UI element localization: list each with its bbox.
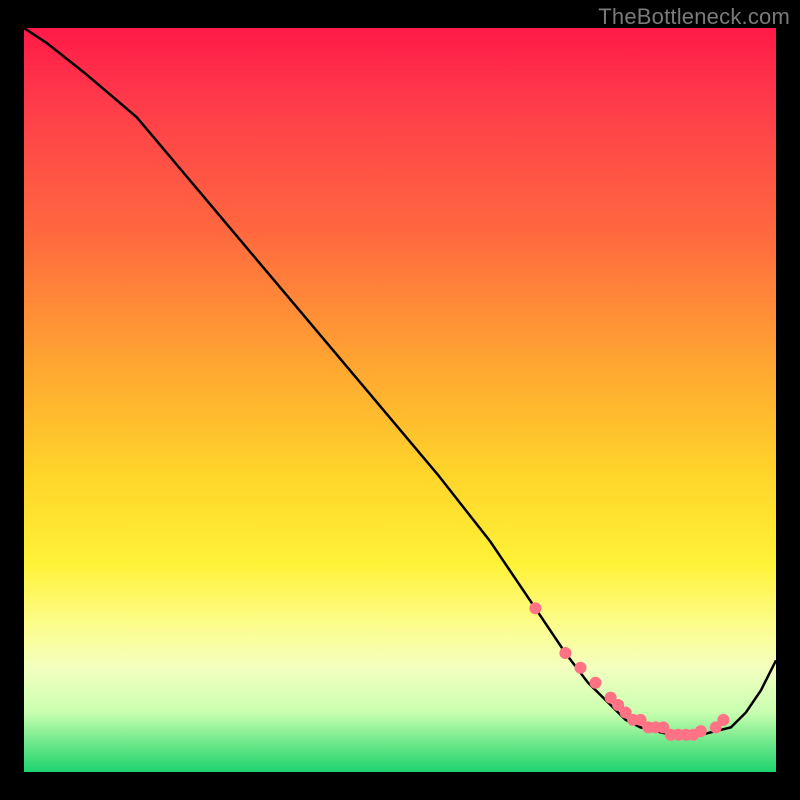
marker-dot [529,602,541,614]
marker-dots [529,602,729,741]
marker-dot [575,662,587,674]
marker-dot [717,714,729,726]
marker-dot [695,725,707,737]
chart-frame: TheBottleneck.com [0,0,800,800]
plot-area [24,28,776,772]
watermark-text: TheBottleneck.com [598,4,790,30]
bottleneck-curve [24,28,776,735]
marker-dot [559,647,571,659]
marker-dot [590,677,602,689]
chart-svg [24,28,776,772]
